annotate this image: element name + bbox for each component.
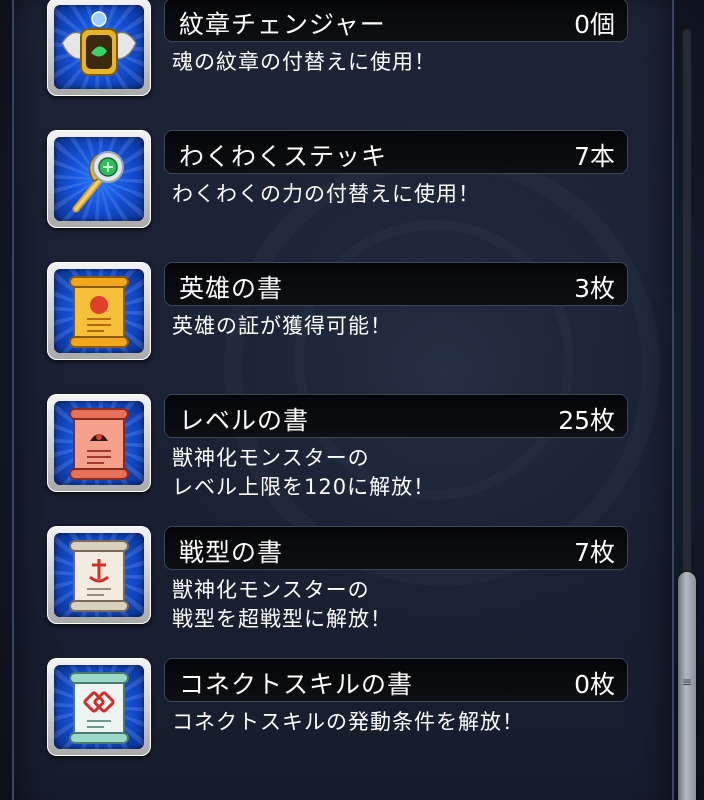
- item-icon-frame: [47, 658, 151, 756]
- item-description: 魂の紋章の付替えに使用！: [172, 50, 436, 74]
- item-name: わくわくステッキ: [179, 142, 388, 171]
- list-item[interactable]: コネクトスキルの書 0枚 コネクトスキルの発動条件を解放！: [0, 658, 704, 790]
- list-item[interactable]: 戦型の書 7枚 獣神化モンスターの 戦型を超戦型に解放！: [0, 526, 704, 658]
- item-name-bar: レベルの書 25枚: [164, 394, 628, 438]
- item-icon-frame: [47, 130, 151, 228]
- scrollbar-thumb[interactable]: ≡: [678, 572, 696, 800]
- item-description: 獣神化モンスターの レベル上限を120に解放！: [172, 446, 436, 499]
- battle-type-scroll-icon: [54, 533, 144, 617]
- item-description: 獣神化モンスターの 戦型を超戦型に解放！: [172, 578, 392, 631]
- item-name: 紋章チェンジャー: [179, 10, 386, 39]
- item-description: 英雄の証が獲得可能！: [172, 314, 392, 338]
- item-name: コネクトスキルの書: [179, 670, 414, 699]
- level-scroll-icon: [54, 401, 144, 485]
- list-item[interactable]: 紋章チェンジャー 0個 魂の紋章の付替えに使用！: [0, 0, 704, 130]
- item-count: 25枚: [558, 406, 615, 435]
- item-count: 0個: [574, 10, 615, 39]
- emblem-changer-icon: [54, 5, 144, 89]
- item-description: わくわくの力の付替えに使用！: [172, 182, 480, 206]
- wakuwaku-stick-icon: [54, 137, 144, 221]
- item-count: 7枚: [574, 538, 615, 567]
- item-list-screen: 紋章チェンジャー 0個 魂の紋章の付替えに使用！ わくわくステッキ 7本 わくわ…: [0, 0, 704, 800]
- item-icon-frame: [47, 526, 151, 624]
- list-item[interactable]: わくわくステッキ 7本 わくわくの力の付替えに使用！: [0, 130, 704, 262]
- item-name: 英雄の書: [179, 274, 284, 303]
- item-name-bar: 紋章チェンジャー 0個: [164, 0, 628, 42]
- list-item[interactable]: レベルの書 25枚 獣神化モンスターの レベル上限を120に解放！: [0, 394, 704, 526]
- item-name: レベルの書: [179, 406, 310, 435]
- list-item[interactable]: 英雄の書 3枚 英雄の証が獲得可能！: [0, 262, 704, 394]
- item-icon-frame: [47, 394, 151, 492]
- item-name-bar: 英雄の書 3枚: [164, 262, 628, 306]
- item-name-bar: わくわくステッキ 7本: [164, 130, 628, 174]
- connect-skill-scroll-icon: [54, 665, 144, 749]
- item-icon-frame: [47, 262, 151, 360]
- item-name-bar: コネクトスキルの書 0枚: [164, 658, 628, 702]
- item-icon-frame: [47, 0, 151, 96]
- item-count: 7本: [574, 142, 615, 171]
- hero-scroll-icon: [54, 269, 144, 353]
- item-name: 戦型の書: [179, 538, 284, 567]
- item-count: 0枚: [574, 670, 615, 699]
- item-count: 3枚: [574, 274, 615, 303]
- item-description: コネクトスキルの発動条件を解放！: [172, 710, 524, 734]
- grip-icon: ≡: [682, 675, 693, 689]
- item-name-bar: 戦型の書 7枚: [164, 526, 628, 570]
